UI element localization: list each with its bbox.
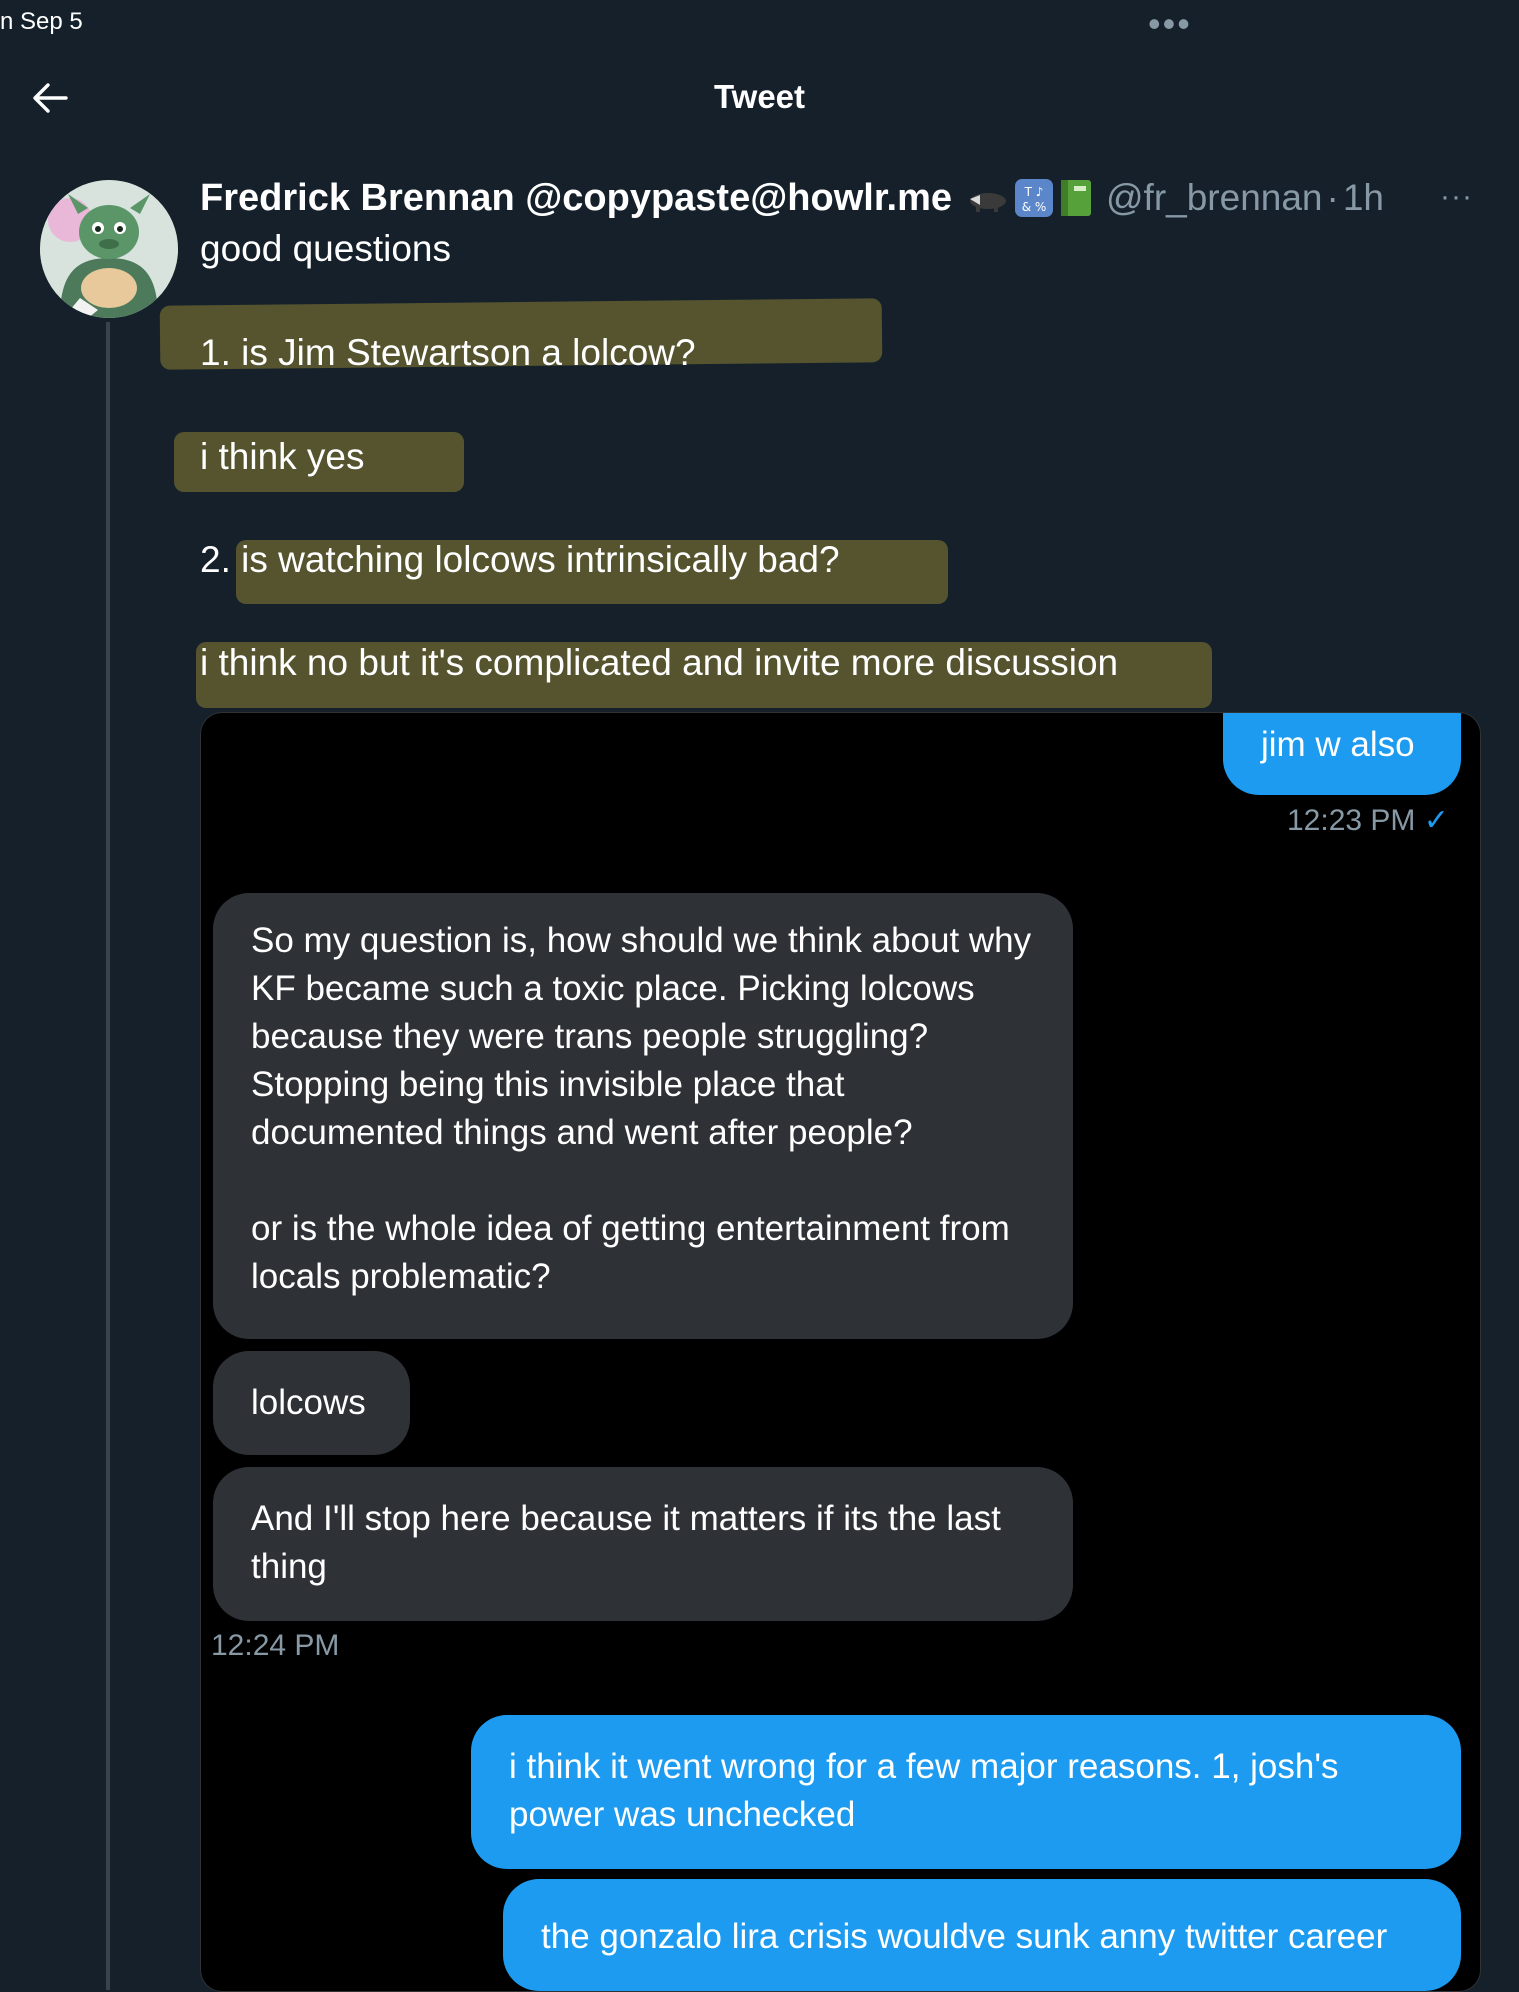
message-paragraph: or is the whole idea of getting entertai…	[251, 1209, 1010, 1296]
avatar[interactable]	[40, 180, 178, 318]
tweet-text-line: good questions	[200, 228, 451, 269]
tweet-time[interactable]: 1h	[1343, 177, 1384, 219]
tweet-text-line: i think yes	[200, 436, 365, 477]
incoming-message: So my question is, how should we think a…	[213, 893, 1073, 1339]
author-display-name[interactable]: Fredrick Brennan @copypaste@howlr.me	[200, 177, 952, 220]
page-title: Tweet	[713, 78, 806, 115]
attached-screenshot[interactable]: jim w also 12:23 PM ✓ So my question is,…	[200, 712, 1481, 1992]
message-paragraph: So my question is, how should we think a…	[251, 921, 1032, 1152]
message-timestamp: 12:24 PM	[211, 1629, 340, 1662]
symbols-icon: T ♪ & %	[1014, 179, 1053, 217]
svg-text:T ♪: T ♪	[1024, 185, 1044, 199]
timestamp-text: 12:23 PM	[1287, 804, 1416, 837]
tweet-author-line: Fredrick Brennan @copypaste@howlr.me T ♪…	[200, 174, 1384, 222]
outgoing-message: the gonzalo lira crisis wouldve sunk ann…	[503, 1879, 1461, 1991]
green-book-icon	[1060, 180, 1091, 216]
more-options-icon[interactable]: ···	[1440, 180, 1473, 214]
thread-line	[106, 322, 110, 1990]
read-receipt-icon: ✓	[1423, 804, 1449, 837]
badger-icon	[969, 193, 1006, 212]
multitasking-dots-icon[interactable]: •••	[1148, 4, 1192, 44]
message-timestamp: 12:23 PM ✓	[1287, 803, 1449, 838]
meta-separator: ·	[1326, 177, 1339, 218]
author-badges: T ♪ & %	[966, 178, 1094, 218]
tweet-text-line: 1. is Jim Stewartson a lolcow?	[200, 332, 696, 373]
incoming-message: lolcows	[213, 1351, 410, 1455]
svg-text:& %: & %	[1022, 200, 1047, 214]
tweet-text-line: 2. is watching lolcows intrinsically bad…	[200, 539, 840, 580]
status-date: n Sep 5	[0, 8, 83, 35]
tweet-text-line: i think no but it's complicated and invi…	[200, 642, 1119, 683]
author-handle[interactable]: @fr_brennan	[1106, 177, 1323, 219]
incoming-message: And I'll stop here because it matters if…	[213, 1467, 1073, 1621]
outgoing-message: jim w also	[1223, 713, 1461, 795]
outgoing-message: i think it went wrong for a few major re…	[471, 1715, 1461, 1869]
